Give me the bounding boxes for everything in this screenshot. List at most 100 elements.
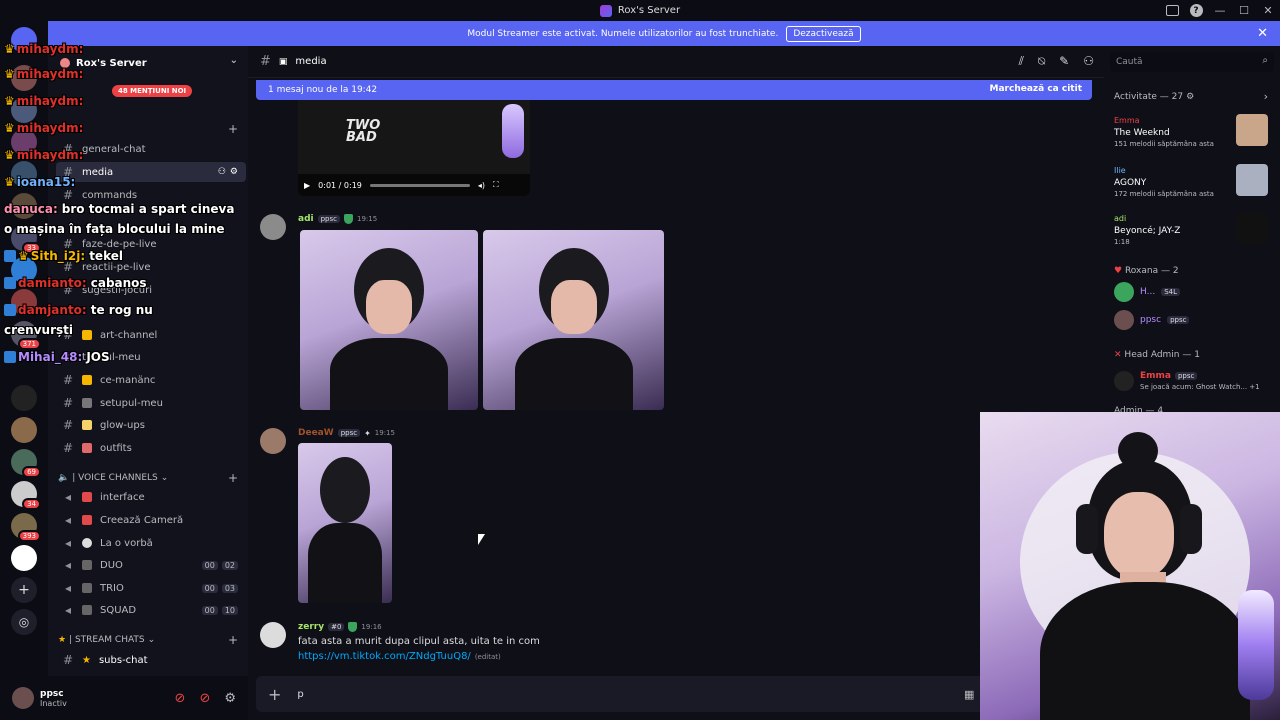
voice-channel-trio[interactable]: ◂ TRIO 00 03 — [56, 578, 246, 598]
gear-icon[interactable]: ⚙ — [1186, 92, 1194, 102]
add-member-icon[interactable]: ⚇ — [218, 167, 226, 177]
mic-muted-icon[interactable]: ⊘ — [175, 691, 186, 706]
channel-setupul-meu[interactable]: # setupul-meu — [56, 393, 246, 413]
member-item[interactable]: ppsc ppsc — [1114, 308, 1280, 332]
link-text[interactable]: https://vm.tiktok.com/ZNdgTuuQ8/ — [298, 651, 471, 662]
channel-media[interactable]: # media ⚇ ⚙ — [56, 162, 246, 182]
message-author[interactable]: DeeaW — [298, 428, 334, 438]
category-stream-chats[interactable]: ★ | STREAM CHATS ⌄ + — [58, 632, 244, 648]
headphones-muted-icon[interactable]: ⊘ — [199, 691, 210, 706]
server-icon[interactable] — [11, 417, 37, 443]
avatar[interactable] — [260, 214, 286, 240]
phone-icon — [82, 515, 92, 525]
edited-label: (editat) — [474, 653, 501, 661]
member-name: Emma — [1140, 371, 1171, 381]
channel-name: commands — [82, 189, 138, 201]
search-bar[interactable]: Caută ⌕ — [1110, 52, 1274, 72]
hash-icon: # — [62, 441, 74, 455]
mark-as-read-button[interactable]: Marchează ca citit — [990, 84, 1082, 94]
voice-channel-squad[interactable]: ◂ SQUAD 00 10 — [56, 600, 246, 620]
message-author[interactable]: adi — [298, 214, 314, 224]
message-link[interactable]: https://vm.tiktok.com/ZNdgTuuQ8/(editat) — [298, 651, 501, 662]
star-icon: ★ — [82, 654, 91, 666]
crown-icon: ♛ — [4, 148, 15, 162]
speaker-icon: ◂ — [64, 581, 72, 595]
close-window-icon[interactable]: ✕ — [1256, 0, 1280, 21]
activity-header: Activitate — 27 ⚙ — [1114, 92, 1194, 102]
play-icon[interactable]: ▶ — [304, 181, 310, 190]
message-author[interactable]: zerry — [298, 622, 324, 632]
discover-icon[interactable]: ◎ — [11, 609, 37, 635]
channel-name: glow-ups — [100, 419, 145, 431]
gear-icon[interactable]: ⚙ — [224, 691, 236, 706]
channel-name: La o vorbă — [100, 537, 153, 549]
message-text: fata asta a murit dupa clipul asta, uita… — [298, 636, 540, 647]
category-voice-channels[interactable]: 🔈 | VOICE CHANNELS ⌄ + — [58, 470, 244, 486]
add-channel-icon[interactable]: + — [228, 471, 238, 485]
server-icon[interactable]: 34 — [11, 481, 41, 510]
avatar[interactable] — [12, 687, 34, 709]
crown-icon: ♛ — [4, 121, 15, 135]
video-progress-bar[interactable] — [369, 183, 470, 187]
user-info[interactable]: ppsc Inactiv — [40, 689, 67, 708]
message-composer[interactable]: + p — [256, 676, 986, 712]
channel-subs-chat[interactable]: # ★ subs-chat — [56, 650, 246, 670]
activity-card[interactable]: Ilie AGONY 172 melodii săptămâna asta — [1114, 164, 1274, 198]
channel-name: interface — [100, 491, 145, 503]
member-list-icon[interactable]: ⚇ — [1083, 54, 1094, 69]
message-input[interactable]: p — [297, 689, 303, 700]
voice-channel-create-room[interactable]: ◂ Creează Cameră — [56, 510, 246, 530]
channel-title: media — [295, 56, 327, 67]
member-item[interactable]: H... S4L — [1114, 280, 1280, 304]
image-attachment[interactable] — [300, 230, 478, 410]
server-icon[interactable]: 69 — [11, 449, 41, 478]
channel-name: art-channel — [100, 329, 158, 341]
overlay-chat-line: damianto: cabanos — [4, 276, 147, 290]
add-channel-icon[interactable]: + — [228, 122, 238, 136]
channel-ce-manac[interactable]: # ce-manänc — [56, 370, 246, 390]
help-icon[interactable]: ? — [1184, 0, 1208, 21]
fullscreen-icon[interactable]: ⛶ — [493, 180, 499, 190]
notifications-muted-icon[interactable]: ⍉ — [1038, 54, 1045, 69]
image-content — [320, 457, 370, 523]
overlay-username: mihaydm: — [16, 94, 84, 108]
member-item[interactable]: Emma ppsc Se joacă acum: Ghost Watch... … — [1114, 366, 1280, 396]
voice-channel-la-o-vorba[interactable]: ◂ La o vorbă — [56, 533, 246, 553]
image-attachment[interactable] — [483, 230, 664, 410]
new-messages-bar[interactable]: 1 mesaj nou de la 19:42 Marchează ca cit… — [256, 80, 1092, 100]
pin-icon[interactable]: ✎ — [1059, 54, 1069, 69]
close-icon[interactable]: ✕ — [1257, 26, 1268, 41]
add-channel-icon[interactable]: + — [228, 633, 238, 647]
gamepad-icon — [82, 560, 92, 570]
search-input[interactable]: Caută — [1116, 57, 1143, 67]
voice-channel-duo[interactable]: ◂ DUO 00 02 — [56, 555, 246, 575]
activity-card[interactable]: adi Beyoncé; JAY-Z 1:18 — [1114, 212, 1274, 246]
server-icon[interactable]: 393 — [11, 513, 41, 542]
new-mentions-pill[interactable]: 48 MENȚIUNI NOI — [112, 85, 193, 97]
image-attachment[interactable] — [298, 443, 392, 603]
voice-channel-interface[interactable]: ◂ interface — [56, 487, 246, 507]
guild-tag: ppsc — [337, 429, 361, 437]
chevron-right-icon[interactable]: › — [1264, 90, 1268, 103]
channel-outfits[interactable]: # outfits — [56, 438, 246, 458]
disable-streamer-mode-button[interactable]: Dezactivează — [786, 25, 861, 42]
channel-glow-ups[interactable]: # glow-ups — [56, 415, 246, 435]
inbox-icon[interactable] — [1160, 0, 1184, 21]
volume-icon[interactable]: ◂) — [478, 181, 485, 190]
add-attachment-icon[interactable]: + — [268, 685, 281, 704]
threads-icon[interactable]: ⫽ — [1019, 54, 1024, 69]
avatar[interactable] — [260, 622, 286, 648]
gear-icon[interactable]: ⚙ — [230, 167, 238, 177]
activity-card[interactable]: Emma The Weeknd 151 melodii săptămâna as… — [1114, 114, 1274, 148]
avatar[interactable] — [260, 428, 286, 454]
crown-icon: ♛ — [18, 249, 29, 263]
channel-art-channel[interactable]: # art-channel — [56, 325, 246, 345]
server-icon[interactable] — [11, 545, 37, 571]
gift-icon[interactable]: ▦ — [964, 688, 974, 701]
maximize-icon[interactable]: ☐ — [1232, 0, 1256, 21]
video-attachment[interactable]: TWO BAD ▶ 0:01 / 0:19 ◂) ⛶ — [298, 100, 530, 196]
server-icon[interactable] — [11, 385, 37, 411]
add-server-icon[interactable]: + — [11, 577, 37, 603]
minimize-icon[interactable]: — — [1208, 0, 1232, 21]
chevron-down-icon[interactable]: ⌄ — [230, 55, 238, 66]
